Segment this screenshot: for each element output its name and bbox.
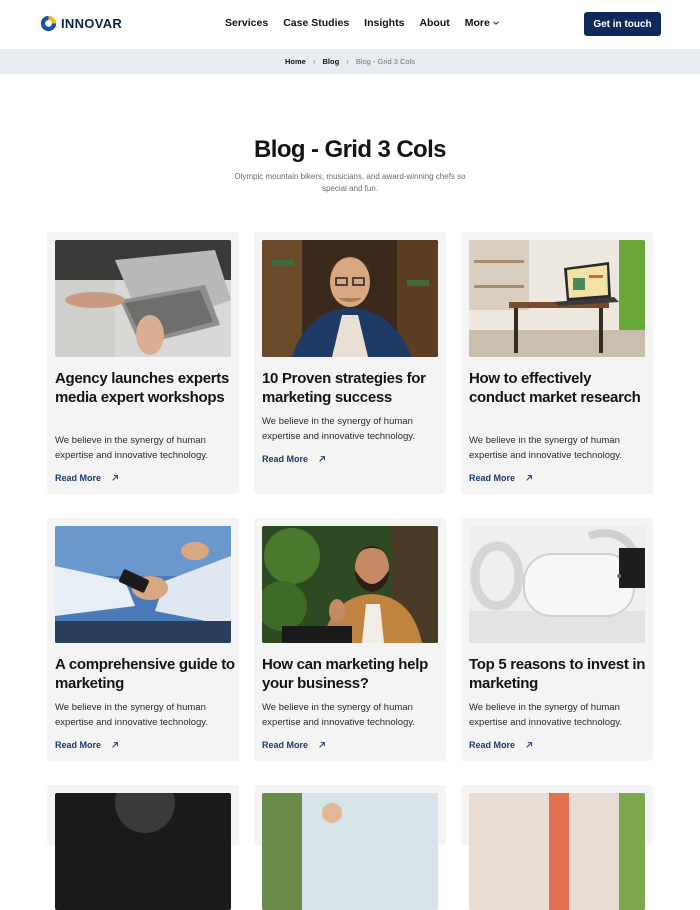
post-excerpt: We believe in the synergy of human exper… bbox=[469, 702, 622, 728]
nav-insights[interactable]: Insights bbox=[364, 17, 404, 29]
read-more-label: Read More bbox=[55, 740, 102, 750]
page-title: Blog - Grid 3 Cols bbox=[254, 136, 446, 163]
read-more-link[interactable]: Read More bbox=[469, 740, 533, 750]
nav-services[interactable]: Services bbox=[225, 17, 268, 29]
blog-card[interactable]: How to effectively conduct market resear… bbox=[461, 232, 653, 494]
blog-card[interactable]: Agency launches experts media expert wor… bbox=[47, 232, 239, 494]
read-more-link[interactable]: Read More bbox=[55, 473, 119, 483]
page-subtitle: Olympic mountain bikers, musicians, and … bbox=[234, 172, 466, 193]
post-title[interactable]: How can marketing help your business? bbox=[262, 656, 442, 693]
chevron-right-icon: › bbox=[312, 57, 316, 66]
main-nav: Services Case Studies Insights About Mor… bbox=[225, 17, 500, 29]
breadcrumb-home[interactable]: Home bbox=[285, 57, 306, 66]
blog-card[interactable] bbox=[461, 785, 653, 910]
chevron-right-icon: › bbox=[346, 57, 349, 66]
arrow-up-right-icon bbox=[112, 742, 118, 748]
breadcrumb: Home › Blog › Blog - Grid 3 Cols bbox=[0, 49, 700, 74]
read-more-label: Read More bbox=[262, 454, 309, 464]
blog-card[interactable]: 10 Proven strategies for marketing succe… bbox=[254, 232, 446, 494]
post-title[interactable]: Agency launches experts media expert wor… bbox=[55, 370, 235, 407]
blog-card[interactable]: Top 5 reasons to invest in marketing We … bbox=[461, 518, 653, 761]
post-image-partial[interactable] bbox=[469, 793, 645, 910]
blog-card[interactable] bbox=[254, 785, 446, 910]
post-image-desk-laptop[interactable] bbox=[469, 240, 645, 357]
chevron-down-icon bbox=[493, 21, 499, 25]
post-excerpt: We believe in the synergy of human exper… bbox=[55, 435, 208, 461]
post-excerpt: We believe in the synergy of human exper… bbox=[55, 702, 208, 728]
arrow-up-right-icon bbox=[319, 742, 325, 748]
post-excerpt: We believe in the synergy of human exper… bbox=[469, 435, 622, 461]
post-image-handshake-phone[interactable] bbox=[55, 526, 231, 643]
breadcrumb-blog[interactable]: Blog bbox=[322, 57, 339, 66]
read-more-label: Read More bbox=[55, 473, 102, 483]
post-title[interactable]: Top 5 reasons to invest in marketing bbox=[469, 656, 649, 693]
innovar-logo-icon bbox=[40, 15, 57, 32]
post-image-man-laptop[interactable] bbox=[262, 526, 438, 643]
post-image-vr-headset[interactable] bbox=[469, 526, 645, 643]
arrow-up-right-icon bbox=[112, 475, 118, 481]
read-more-label: Read More bbox=[262, 740, 309, 750]
post-image-laptop[interactable] bbox=[55, 240, 231, 357]
post-title[interactable]: A comprehensive guide to marketing bbox=[55, 656, 235, 693]
get-in-touch-button[interactable]: Get in touch bbox=[584, 12, 661, 36]
site-header: INNOVAR Services Case Studies Insights A… bbox=[0, 0, 700, 49]
breadcrumb-current: Blog - Grid 3 Cols bbox=[355, 57, 416, 66]
blog-card[interactable] bbox=[47, 785, 239, 910]
post-image-partial[interactable] bbox=[262, 793, 438, 910]
nav-about[interactable]: About bbox=[419, 17, 449, 29]
arrow-up-right-icon bbox=[319, 456, 325, 462]
arrow-up-right-icon bbox=[526, 475, 532, 481]
read-more-link[interactable]: Read More bbox=[469, 473, 533, 483]
nav-case-studies[interactable]: Case Studies bbox=[283, 17, 349, 29]
post-image-partial[interactable] bbox=[55, 793, 231, 910]
read-more-label: Read More bbox=[469, 740, 516, 750]
post-excerpt: We believe in the synergy of human exper… bbox=[262, 702, 415, 728]
read-more-link[interactable]: Read More bbox=[55, 740, 119, 750]
read-more-link[interactable]: Read More bbox=[262, 454, 326, 464]
post-excerpt: We believe in the synergy of human exper… bbox=[262, 416, 415, 442]
read-more-label: Read More bbox=[469, 473, 516, 483]
read-more-link[interactable]: Read More bbox=[262, 740, 326, 750]
blog-card[interactable]: A comprehensive guide to marketing We be… bbox=[47, 518, 239, 761]
post-title[interactable]: 10 Proven strategies for marketing succe… bbox=[262, 370, 442, 407]
post-image-man-glasses[interactable] bbox=[262, 240, 438, 357]
brand-logo[interactable]: INNOVAR bbox=[40, 15, 122, 32]
post-title[interactable]: How to effectively conduct market resear… bbox=[469, 370, 649, 407]
nav-more-label: More bbox=[464, 17, 490, 29]
nav-more[interactable]: More bbox=[465, 17, 500, 29]
brand-name: INNOVAR bbox=[61, 16, 123, 31]
arrow-up-right-icon bbox=[526, 742, 532, 748]
blog-card[interactable]: How can marketing help your business? We… bbox=[254, 518, 446, 761]
